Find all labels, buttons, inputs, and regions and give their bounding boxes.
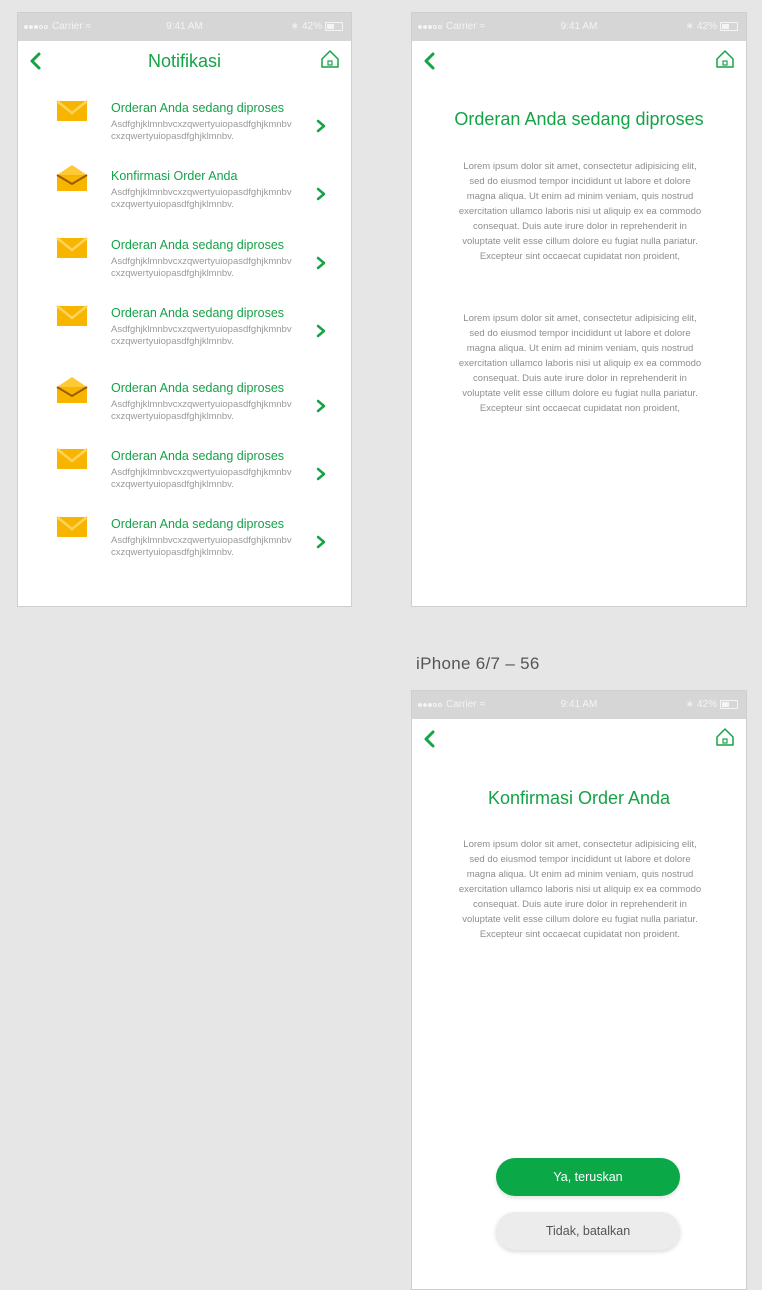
bluetooth-icon: ∗ [685,699,694,710]
artboard-label: iPhone 6/7 – 56 [416,654,540,673]
notification-subtitle: Asdfghjklmnbvcxzqwertyuiopasdfghjkmnbvcx… [111,467,292,490]
notification-title: Orderan Anda sedang diproses [111,238,285,252]
chevron-right-icon[interactable] [315,187,327,201]
status-bar: Carrier ≈ 9:41 AM ∗ 42% [18,13,351,41]
notification-item[interactable]: Konfirmasi Order Anda Asdfghjklmnbvcxzqw… [18,163,351,213]
status-bar: Carrier ≈ 9:41 AM ∗ 42% [412,691,746,719]
confirmation-title: Konfirmasi Order Anda [487,788,671,808]
nav-bar: Notifikasi [18,41,351,81]
page-title: Notifikasi [147,51,222,71]
notification-subtitle: Asdfghjklmnbvcxzqwertyuiopasdfghjkmnbvcx… [111,324,292,347]
notification-item[interactable]: Orderan Anda sedang diproses Asdfghjklmn… [18,232,351,282]
notification-subtitle: Asdfghjklmnbvcxzqwertyuiopasdfghjkmnbvcx… [111,187,292,210]
back-chevron-icon[interactable] [420,49,440,73]
closed-envelope-icon [56,305,88,326]
notification-subtitle: Asdfghjklmnbvcxzqwertyuiopasdfghjkmnbvcx… [111,119,292,142]
back-chevron-icon[interactable] [26,49,46,73]
back-chevron-icon[interactable] [420,727,440,751]
nav-bar [412,719,746,759]
home-icon[interactable] [319,48,341,70]
notification-subtitle: Asdfghjklmnbvcxzqwertyuiopasdfghjkmnbvcx… [111,256,292,279]
battery-percent: 42% [696,699,717,710]
notification-title: Orderan Anda sedang diproses [111,306,285,320]
detail-paragraph: Lorem ipsum dolor sit amet, consectetur … [458,161,702,262]
notification-item[interactable]: Orderan Anda sedang diproses Asdfghjklmn… [18,443,351,493]
closed-envelope-icon [56,516,88,537]
confirm-button[interactable]: Ya, teruskan [496,1158,680,1196]
open-envelope-icon [56,377,88,403]
chevron-right-icon[interactable] [315,535,327,549]
open-envelope-icon [56,165,88,191]
battery-icon [720,22,738,31]
notification-item[interactable]: Orderan Anda sedang diproses Asdfghjklmn… [18,375,351,425]
order-confirmation-screen: Carrier ≈ 9:41 AM ∗ 42% Konfirmasi Order… [411,690,747,1290]
bluetooth-icon: ∗ [685,21,694,32]
notification-title: Orderan Anda sedang diproses [111,381,285,395]
status-bar: Carrier ≈ 9:41 AM ∗ 42% [412,13,746,41]
battery-icon [325,22,343,31]
notification-title: Orderan Anda sedang diproses [111,449,285,463]
home-icon[interactable] [714,48,736,70]
confirmation-paragraph: Lorem ipsum dolor sit amet, consectetur … [458,839,702,940]
cancel-button[interactable]: Tidak, batalkan [496,1212,680,1250]
notification-title: Konfirmasi Order Anda [111,169,238,183]
detail-paragraph: Lorem ipsum dolor sit amet, consectetur … [458,313,702,414]
chevron-right-icon[interactable] [315,467,327,481]
notification-subtitle: Asdfghjklmnbvcxzqwertyuiopasdfghjkmnbvcx… [111,535,292,558]
notification-title: Orderan Anda sedang diproses [111,101,285,115]
closed-envelope-icon [56,237,88,258]
detail-title: Orderan Anda sedang diproses [454,109,704,129]
order-detail-screen: Carrier ≈ 9:41 AM ∗ 42% Orderan Anda sed… [411,12,747,607]
closed-envelope-icon [56,448,88,469]
closed-envelope-icon [56,100,88,121]
notification-subtitle: Asdfghjklmnbvcxzqwertyuiopasdfghjkmnbvcx… [111,399,292,422]
chevron-right-icon[interactable] [315,324,327,338]
notification-title: Orderan Anda sedang diproses [111,517,285,531]
notification-item[interactable]: Orderan Anda sedang diproses Asdfghjklmn… [18,95,351,145]
battery-percent: 42% [301,21,322,32]
home-icon[interactable] [714,726,736,748]
notification-item[interactable]: Orderan Anda sedang diproses Asdfghjklmn… [18,300,351,350]
notification-list-screen: Carrier ≈ 9:41 AM ∗ 42% Notifikasi Order… [17,12,352,607]
chevron-right-icon[interactable] [315,119,327,133]
notification-item[interactable]: Orderan Anda sedang diproses Asdfghjklmn… [18,511,351,561]
bluetooth-icon: ∗ [290,21,299,32]
battery-icon [720,700,738,709]
chevron-right-icon[interactable] [315,399,327,413]
chevron-right-icon[interactable] [315,256,327,270]
nav-bar [412,41,746,81]
battery-percent: 42% [696,21,717,32]
